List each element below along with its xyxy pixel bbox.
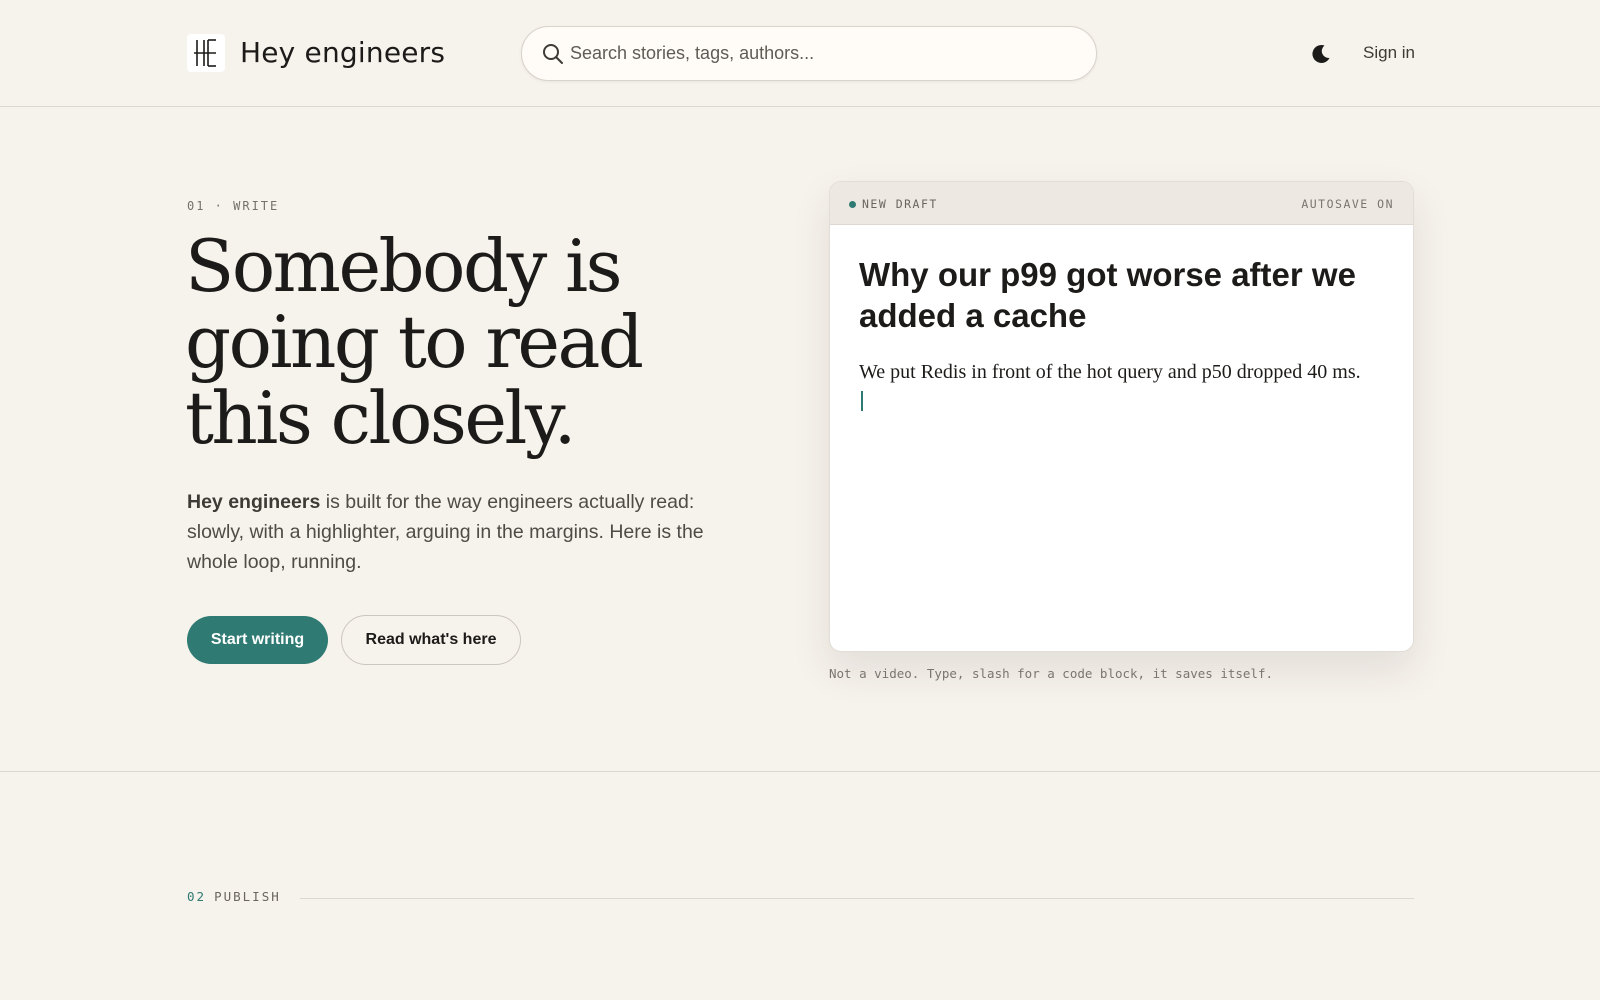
- text-caret: [861, 391, 863, 411]
- read-whats-here-button[interactable]: Read what's here: [341, 615, 521, 665]
- brand-logo-icon[interactable]: [187, 34, 225, 72]
- section-rule: [300, 898, 1414, 899]
- search-input[interactable]: [570, 27, 1070, 80]
- hero-description-brand: Hey engineers: [187, 491, 321, 513]
- he-monogram-icon: [194, 39, 216, 67]
- hero-title: Somebody is going to read this closely.: [185, 224, 644, 460]
- section-label-write: 01 · WRITE: [187, 199, 280, 213]
- draft-title[interactable]: Why our p99 got worse after we added a c…: [859, 254, 1394, 336]
- start-writing-button[interactable]: Start writing: [187, 616, 328, 664]
- autosave-status: AUTOSAVE ON: [1301, 197, 1394, 211]
- draft-status: NEW DRAFT: [862, 197, 938, 211]
- draft-editor[interactable]: NEW DRAFT AUTOSAVE ON Why our p99 got wo…: [829, 181, 1414, 652]
- status-dot-icon: [849, 201, 856, 208]
- editor-caption: Not a video. Type, slash for a code bloc…: [829, 666, 1274, 681]
- search-icon: [543, 44, 563, 64]
- site-header: Hey engineers Sign in: [0, 0, 1600, 107]
- section-name: PUBLISH: [214, 889, 281, 904]
- sign-in-link[interactable]: Sign in: [1363, 43, 1415, 63]
- section-label-publish: 02 PUBLISH: [187, 889, 281, 904]
- editor-toolbar: NEW DRAFT AUTOSAVE ON: [830, 182, 1413, 225]
- draft-body[interactable]: We put Redis in front of the hot query a…: [859, 358, 1394, 386]
- section-number: 02: [187, 889, 207, 904]
- section-divider: [0, 771, 1600, 772]
- moon-icon[interactable]: [1310, 43, 1332, 65]
- search-bar[interactable]: [521, 26, 1097, 81]
- hero-description: Hey engineers is built for the way engin…: [187, 487, 747, 577]
- brand-name[interactable]: Hey engineers: [240, 36, 445, 69]
